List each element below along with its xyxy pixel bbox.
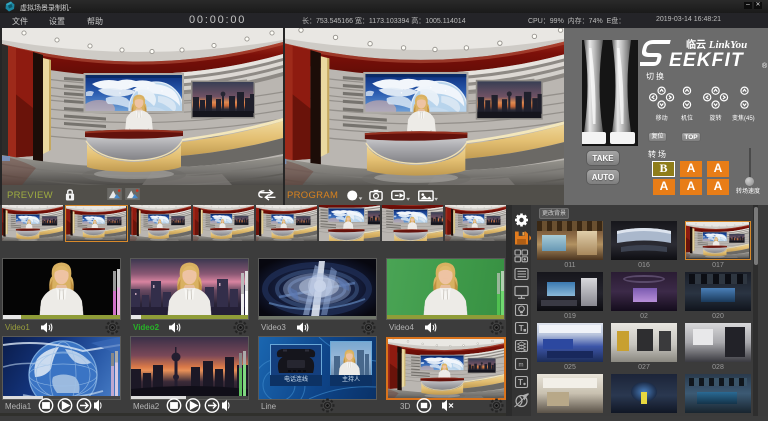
svg-text:T: T bbox=[519, 324, 524, 333]
svg-text:m: m bbox=[519, 363, 524, 369]
svg-text:EEKFIT: EEKFIT bbox=[669, 50, 744, 70]
svg-text:®: ® bbox=[762, 62, 768, 70]
svg-text:T: T bbox=[518, 378, 523, 387]
svg-text:变焦(45): 变焦(45) bbox=[732, 114, 755, 122]
svg-text:旋转: 旋转 bbox=[710, 114, 722, 122]
svg-text:机位: 机位 bbox=[681, 114, 693, 122]
svg-text:移动: 移动 bbox=[656, 114, 668, 122]
